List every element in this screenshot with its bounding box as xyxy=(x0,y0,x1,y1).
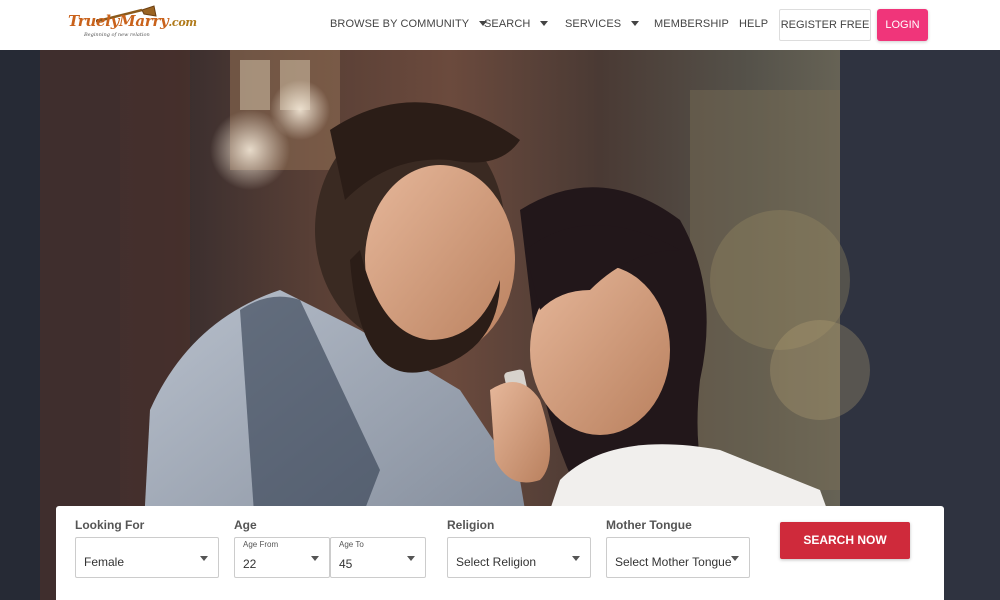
nav-search[interactable]: SEARCH xyxy=(484,18,549,30)
religion-select[interactable]: Select Religion xyxy=(447,537,591,578)
religion-value: Select Religion xyxy=(456,555,537,569)
age-to-value: 45 xyxy=(339,557,353,571)
age-to-select[interactable]: Age To 45 xyxy=(330,537,426,578)
age-from-select[interactable]: Age From 22 xyxy=(234,537,330,578)
nav-membership[interactable]: MEMBERSHIP xyxy=(654,18,729,30)
religion-label: Religion xyxy=(447,518,495,532)
nav-item-label: SERVICES xyxy=(565,18,622,30)
chevron-down-icon xyxy=(407,556,415,561)
age-from-label: Age From xyxy=(243,540,279,549)
register-free-button[interactable]: REGISTER FREE xyxy=(779,9,871,41)
login-button[interactable]: LOGIN xyxy=(877,9,928,41)
looking-for-label: Looking For xyxy=(75,518,145,532)
looking-for-select[interactable]: Female xyxy=(75,537,219,578)
looking-for-value: Female xyxy=(84,555,125,569)
chevron-down-icon xyxy=(572,556,580,561)
site-header: TruelyMarry.com Beginning of new relatio… xyxy=(0,0,1000,50)
age-to-label: Age To xyxy=(339,540,364,549)
mother-tongue-value: Select Mother Tongue xyxy=(615,555,732,569)
chevron-down-icon xyxy=(631,21,640,26)
age-label: Age xyxy=(234,518,257,532)
nav-item-label: MEMBERSHIP xyxy=(654,18,729,30)
nav-item-label: HELP xyxy=(739,18,769,30)
mother-tongue-select[interactable]: Select Mother Tongue xyxy=(606,537,750,578)
nav-services[interactable]: SERVICES xyxy=(565,18,640,30)
nav-help[interactable]: HELP xyxy=(739,18,768,30)
quick-search-panel: Looking For Female Age Age From 22 Age T… xyxy=(56,506,944,600)
mother-tongue-label: Mother Tongue xyxy=(606,518,692,532)
search-now-button[interactable]: SEARCH NOW xyxy=(780,522,910,559)
nav-item-label: SEARCH xyxy=(484,18,531,30)
nav-browse-by-community[interactable]: BROWSE BY COMMUNITY xyxy=(330,18,488,30)
chevron-down-icon xyxy=(731,556,739,561)
chevron-down-icon xyxy=(540,21,549,26)
nav-item-label: BROWSE BY COMMUNITY xyxy=(330,18,470,30)
main-nav: BROWSE BY COMMUNITY SEARCH SERVICES MEMB… xyxy=(0,0,1000,50)
chevron-down-icon xyxy=(200,556,208,561)
chevron-down-icon xyxy=(311,556,319,561)
age-from-value: 22 xyxy=(243,557,257,571)
